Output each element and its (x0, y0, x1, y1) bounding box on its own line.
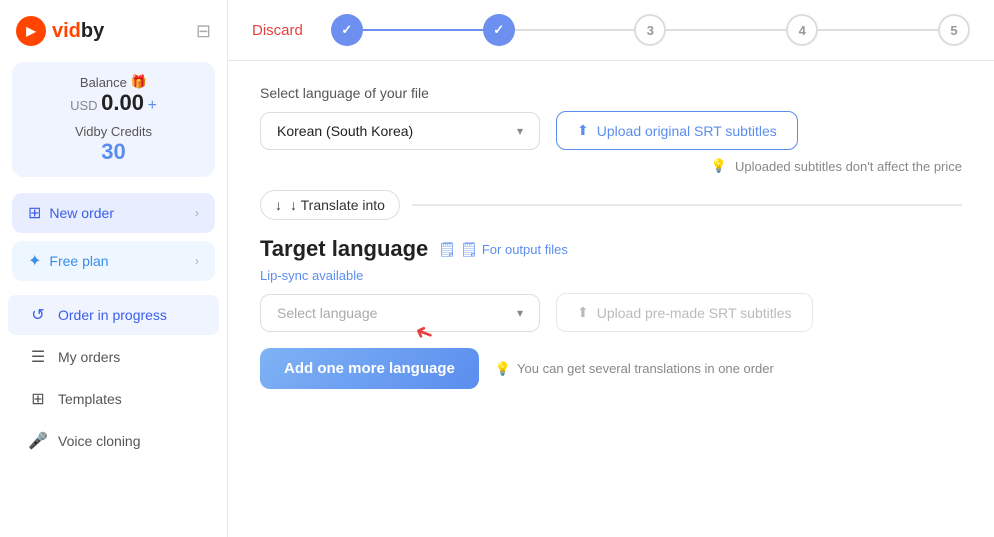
file-language-row: Korean (South Korea) ▾ ⬆ Upload original… (260, 111, 962, 150)
credits-label: Vidby Credits (28, 124, 199, 139)
step-4-circle: 4 (786, 14, 818, 46)
step-row: ✓ ✓ 3 4 5 (331, 14, 970, 46)
sidebar: ▶ vidby ⊟ Balance 🎁 USD 0.00 + Vidby Cre… (0, 0, 228, 537)
sidebar-item-templates[interactable]: ⊞ Templates (8, 379, 219, 419)
upload-hint-row: 💡 Uploaded subtitles don't affect the pr… (260, 158, 962, 174)
sidebar-item-my-orders[interactable]: ☰ My orders (8, 337, 219, 377)
main-area: Discard ✓ ✓ 3 4 5 Select language of you… (228, 0, 994, 537)
step-1-circle: ✓ (331, 14, 363, 46)
content-area: Select language of your file Korean (Sou… (228, 61, 994, 537)
file-language-label: Select language of your file (260, 85, 962, 101)
templates-icon: ⊞ (28, 389, 48, 409)
translate-into-badge[interactable]: ↓ ↓ Translate into (260, 190, 400, 220)
sidebar-logo-area: ▶ vidby ⊟ (0, 16, 227, 62)
upload-premade-icon: ⬆ (577, 304, 589, 321)
target-language-row: Select language ▾ ⬆ Upload pre-made SRT … (260, 293, 962, 332)
translate-divider: ↓ ↓ Translate into (260, 190, 962, 220)
several-translations-hint: 💡 You can get several translations in on… (495, 361, 774, 377)
voice-cloning-icon: 🎤 (28, 431, 48, 451)
upload-original-srt-button[interactable]: ⬆ Upload original SRT subtitles (556, 111, 798, 150)
step-line-4 (818, 29, 938, 31)
sidebar-item-order-in-progress[interactable]: ↺ Order in progress (8, 295, 219, 335)
translate-arrow-icon: ↓ (275, 197, 282, 213)
step-3-circle: 3 (634, 14, 666, 46)
add-language-row: ➜ Add one more language 💡 You can get se… (260, 348, 962, 389)
divider-line (412, 204, 962, 206)
lip-sync-label: Lip-sync available (260, 268, 962, 283)
logo-icon: ▶ (16, 16, 46, 46)
file-language-dropdown[interactable]: Korean (South Korea) ▾ (260, 112, 540, 150)
free-plan-icon: ✦ (28, 251, 41, 271)
step-line-2 (515, 29, 635, 31)
file-icon-1: 🗒 (438, 241, 456, 258)
new-order-button[interactable]: ⊞ New order › (12, 193, 215, 233)
new-order-icon: ⊞ (28, 203, 41, 223)
balance-add-button[interactable]: + (148, 97, 157, 114)
step-line-3 (666, 29, 786, 31)
sidebar-toggle-icon[interactable]: ⊟ (196, 21, 211, 42)
target-header: Target language 🗒 🗒 For output files (260, 236, 962, 262)
balance-card: Balance 🎁 USD 0.00 + Vidby Credits 30 (12, 62, 215, 177)
sidebar-nav: ↺ Order in progress ☰ My orders ⊞ Templa… (0, 293, 227, 463)
free-plan-button[interactable]: ✦ Free plan › (12, 241, 215, 281)
step-5-circle: 5 (938, 14, 970, 46)
order-in-progress-icon: ↺ (28, 305, 48, 325)
upload-icon: ⬆ (577, 122, 589, 139)
logo-name: vidby (52, 20, 104, 43)
my-orders-icon: ☰ (28, 347, 48, 367)
for-output-files-badge[interactable]: 🗒 🗒 For output files (438, 241, 568, 258)
balance-label: Balance 🎁 (28, 74, 199, 90)
new-order-arrow-icon: › (195, 206, 199, 220)
sidebar-item-voice-cloning[interactable]: 🎤 Voice cloning (8, 421, 219, 461)
credits-amount: 30 (28, 139, 199, 165)
step-line-1 (363, 29, 483, 31)
add-language-button[interactable]: Add one more language (260, 348, 479, 389)
free-plan-arrow-icon: › (195, 254, 199, 268)
target-title: Target language (260, 236, 428, 262)
upload-premade-srt-button[interactable]: ⬆ Upload pre-made SRT subtitles (556, 293, 813, 332)
discard-button[interactable]: Discard (252, 22, 303, 39)
target-language-dropdown[interactable]: Select language ▾ (260, 294, 540, 332)
topbar: Discard ✓ ✓ 3 4 5 (228, 0, 994, 61)
logo: ▶ vidby (16, 16, 104, 46)
hint-bulb-icon-2: 💡 (495, 361, 511, 377)
file-icon-2: 🗒 (460, 241, 478, 258)
target-language-chevron-icon: ▾ (517, 306, 523, 320)
step-2-circle: ✓ (483, 14, 515, 46)
hint-bulb-icon: 💡 (711, 158, 727, 174)
file-language-chevron-icon: ▾ (517, 124, 523, 138)
balance-currency: USD 0.00 + (28, 90, 199, 116)
